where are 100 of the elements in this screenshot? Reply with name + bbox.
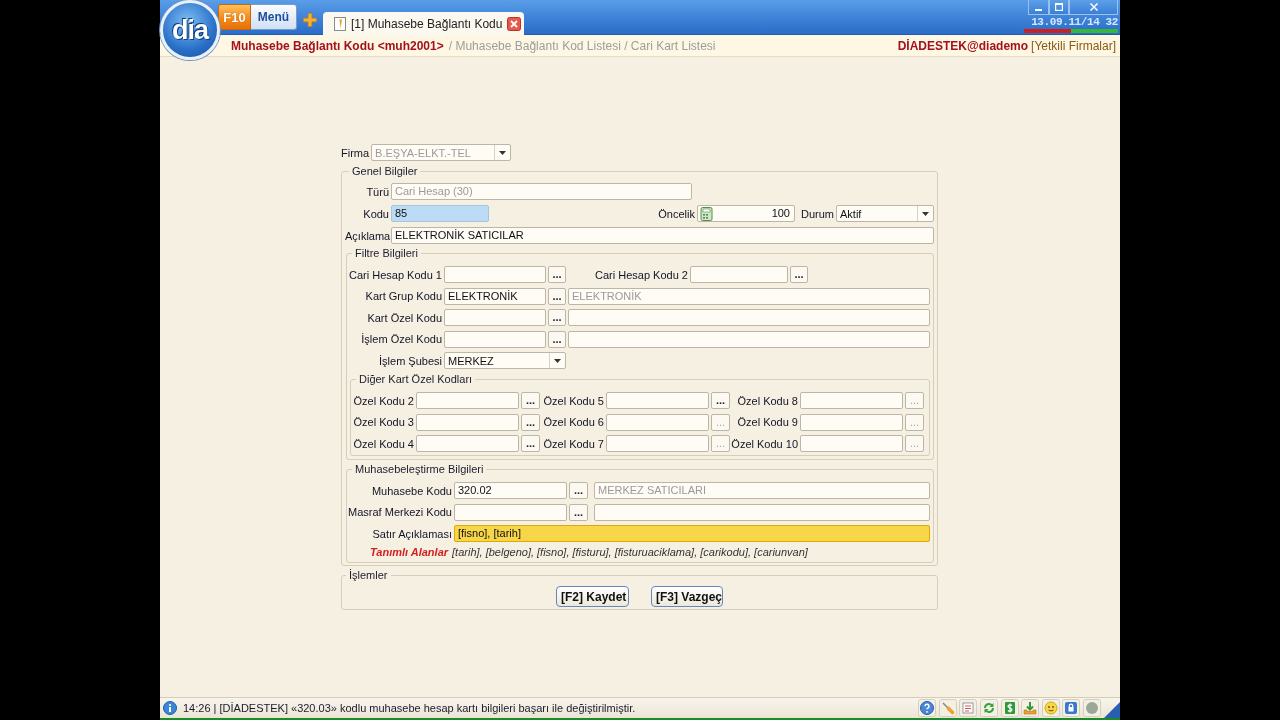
maximize-button[interactable] bbox=[1049, 0, 1069, 15]
lookup-button[interactable]: ... bbox=[521, 413, 540, 431]
field-label: Muhasebe Kodu bbox=[370, 484, 452, 497]
field-label: Özel Kodu 7 bbox=[543, 437, 604, 450]
field-label: İşlem Şubesi bbox=[378, 354, 442, 367]
corner-grip-icon bbox=[1104, 702, 1120, 718]
text-field[interactable] bbox=[444, 266, 546, 283]
text-field[interactable] bbox=[454, 503, 567, 521]
field-label: Türü bbox=[365, 185, 389, 198]
text-field[interactable] bbox=[606, 413, 709, 431]
text-field[interactable]: ELEKTRONİK SATICILAR bbox=[391, 227, 934, 244]
document-icon bbox=[334, 16, 346, 31]
caret-icon bbox=[554, 358, 561, 363]
text-field[interactable] bbox=[606, 435, 709, 452]
text-field[interactable] bbox=[690, 266, 788, 283]
text-field[interactable]: 320.02 bbox=[454, 482, 567, 499]
text-field[interactable] bbox=[606, 392, 709, 409]
dropdown[interactable]: MERKEZ bbox=[444, 352, 566, 369]
status-message: 14:26 | [DİADESTEK] «320.03» kodlu muhasebe hesap kartı bilgileri başarı ile değiştirilmiştir. bbox=[183, 702, 636, 714]
save-button[interactable]: [F2] Kaydet bbox=[556, 586, 629, 607]
text-field[interactable]: ELEKTRONİK bbox=[444, 287, 546, 305]
field-label: Özel Kodu 6 bbox=[543, 416, 604, 428]
text-field[interactable] bbox=[444, 309, 546, 326]
lookup-button[interactable]: ... bbox=[548, 330, 566, 348]
date-time: 13.09.11/14 32 bbox=[1031, 16, 1118, 28]
group-title: Diğer Kart Özel Kodları bbox=[358, 373, 474, 386]
list-icon[interactable] bbox=[959, 699, 978, 717]
caret-icon bbox=[922, 211, 929, 216]
lookup-button[interactable]: ... bbox=[711, 392, 730, 409]
breadcrumb-current: Muhasebe Bağlantı Kodu <muh2001> bbox=[231, 38, 444, 53]
defined-fields-list: [tarih], [belgeno], [fisno], [fisturu], [fisturuaciklama], [carikodu], [cariunvan] bbox=[452, 546, 808, 558]
smiley-icon[interactable] bbox=[1041, 699, 1060, 717]
field-label: Masraf Merkezi Kodu bbox=[348, 506, 452, 518]
field-label: Cari Hesap Kodu 2 bbox=[594, 268, 688, 281]
close-icon[interactable] bbox=[507, 16, 522, 31]
meter-strip-icon bbox=[1024, 29, 1118, 33]
calculator-icon[interactable] bbox=[700, 206, 713, 221]
field-label: Firma bbox=[341, 146, 370, 159]
lookup-button[interactable]: ... bbox=[548, 309, 566, 326]
description-field[interactable] bbox=[568, 330, 930, 348]
field-label: Kart Özel Kodu bbox=[366, 311, 442, 324]
field-label: Özel Kodu 2 bbox=[353, 394, 414, 407]
plus-icon[interactable] bbox=[303, 13, 317, 27]
text-field[interactable] bbox=[416, 392, 519, 409]
field-label: Açıklama bbox=[345, 229, 389, 242]
field-label: İşlem Özel Kodu bbox=[360, 333, 442, 345]
dollar-icon[interactable] bbox=[1000, 699, 1019, 717]
text-field[interactable]: [fisno], [tarih] bbox=[454, 525, 930, 542]
text-field[interactable] bbox=[800, 435, 903, 452]
close-button[interactable] bbox=[1069, 0, 1118, 15]
field-label: Cari Hesap Kodu 1 bbox=[348, 268, 442, 281]
description-field[interactable] bbox=[594, 503, 930, 521]
user-name: DİADESTEK@diademo bbox=[897, 38, 1029, 53]
field-label: Özel Kodu 3 bbox=[353, 416, 414, 428]
close-icon bbox=[1089, 3, 1098, 11]
tab[interactable]: [1] Muhasebe Bağlantı Kodu bbox=[323, 12, 524, 35]
firms-link[interactable]: [Yetkili Firmalar] bbox=[1031, 38, 1116, 53]
help-icon[interactable] bbox=[918, 699, 937, 717]
lookup-button[interactable]: ... bbox=[790, 266, 808, 283]
description-field[interactable] bbox=[568, 309, 930, 326]
download-icon[interactable] bbox=[1021, 699, 1040, 717]
caret-icon bbox=[499, 150, 507, 155]
number-field[interactable]: 100 bbox=[697, 205, 795, 222]
field-label: Durum bbox=[801, 207, 834, 220]
text-field[interactable] bbox=[416, 413, 519, 431]
text-field[interactable]: 85 bbox=[391, 205, 489, 222]
group-title: Muhasebeleştirme Bilgileri bbox=[354, 463, 485, 476]
minimize-button[interactable] bbox=[1028, 0, 1049, 15]
group-title: Genel Bilgiler bbox=[351, 165, 419, 178]
cancel-button[interactable]: [F3] Vazgeç bbox=[651, 586, 723, 607]
text-field[interactable] bbox=[800, 392, 903, 409]
refresh-icon[interactable] bbox=[980, 699, 999, 717]
lookup-button[interactable]: ... bbox=[569, 482, 588, 499]
field-label: Kodu bbox=[362, 207, 389, 220]
dropdown[interactable]: Aktif bbox=[836, 205, 934, 222]
lookup-button[interactable]: ... bbox=[521, 392, 540, 409]
field-label: Özel Kodu 10 bbox=[731, 437, 798, 450]
field-label: Özel Kodu 4 bbox=[353, 437, 414, 450]
maximize-icon bbox=[1055, 3, 1063, 11]
text-field[interactable] bbox=[800, 413, 903, 431]
info-icon bbox=[163, 701, 177, 715]
field-label: Özel Kodu 5 bbox=[543, 394, 604, 407]
field-label: Satır Açıklaması bbox=[371, 527, 452, 540]
field-label: Özel Kodu 9 bbox=[737, 416, 798, 428]
text-field[interactable] bbox=[444, 330, 546, 348]
field-label: Özel Kodu 8 bbox=[737, 394, 798, 407]
disc-icon[interactable] bbox=[1083, 699, 1101, 717]
lookup-button[interactable]: ... bbox=[548, 266, 566, 283]
lock-icon[interactable] bbox=[1062, 699, 1081, 717]
lookup-button[interactable]: ... bbox=[521, 435, 540, 452]
lookup-button[interactable]: ... bbox=[548, 287, 566, 305]
lookup-button[interactable]: ... bbox=[569, 503, 588, 521]
field-label: Kart Grup Kodu bbox=[364, 290, 442, 302]
group-title: Filtre Bilgileri bbox=[354, 247, 419, 260]
field-label: Öncelik bbox=[658, 207, 695, 220]
menu-button[interactable]: Menü bbox=[251, 4, 297, 30]
minimize-icon bbox=[1035, 8, 1042, 11]
defined-fields-label: Tanımlı Alanlar bbox=[370, 546, 449, 558]
group-title: İşlemler bbox=[348, 569, 389, 582]
text-field[interactable] bbox=[416, 435, 519, 452]
